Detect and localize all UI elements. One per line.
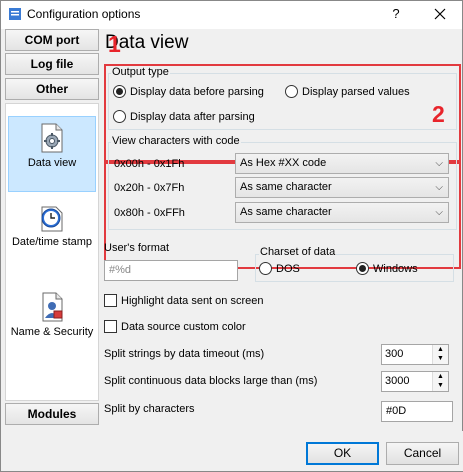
sidebar-nav-list: Data view Date/time stamp Name & Securit…	[5, 103, 99, 401]
combo-range-80-ff[interactable]: As same character ⌵	[235, 202, 449, 223]
radio-label: Display data after parsing	[130, 110, 255, 123]
window-title: Configuration options	[27, 7, 141, 21]
radio-label: Display data before parsing	[130, 85, 264, 98]
spin-up-icon: ▲	[437, 346, 444, 353]
sidebar-button-com-port[interactable]: COM port	[5, 29, 99, 51]
users-format-label: User's format	[104, 242, 170, 254]
checkbox-label: Highlight data sent on screen	[121, 294, 264, 307]
split-chars-label: Split by characters	[104, 403, 195, 415]
split-chars-input[interactable]: #0D	[381, 401, 453, 422]
close-button[interactable]	[425, 4, 455, 24]
radio-dot	[259, 262, 272, 275]
sidebar-item-name-security[interactable]: Name & Security	[8, 290, 96, 360]
help-button[interactable]: ?	[381, 4, 411, 24]
sidebar-item-label: Name & Security	[10, 326, 94, 338]
split-blocks-label: Split continuous data blocks large than …	[104, 375, 318, 387]
spin-value: 3000	[385, 375, 410, 387]
output-type-label: Output type	[111, 66, 170, 78]
combo-value: As Hex #XX code	[240, 157, 327, 169]
radio-dot	[113, 85, 126, 98]
spin-arrows[interactable]: ▲ ▼	[432, 345, 448, 364]
dialog-footer: OK Cancel	[2, 431, 463, 471]
sidebar-item-date-time-stamp[interactable]: Date/time stamp	[8, 200, 96, 266]
combo-value: As same character	[240, 181, 332, 193]
spin-down-icon: ▼	[437, 355, 444, 362]
combo-value: As same character	[240, 206, 332, 218]
split-blocks-input[interactable]: 3000 ▲ ▼	[381, 371, 449, 392]
sidebar-item-label: Data view	[27, 157, 77, 169]
split-timeout-input[interactable]: 300 ▲ ▼	[381, 344, 449, 365]
view-characters-label: View characters with code	[111, 135, 241, 147]
gear-document-icon	[41, 123, 63, 153]
sidebar-item-data-view[interactable]: Data view	[8, 116, 96, 192]
checkbox-custom-color[interactable]: Data source custom color	[104, 320, 246, 333]
security-document-icon	[42, 292, 63, 322]
checkbox-box	[104, 320, 117, 333]
radio-charset-windows[interactable]: Windows	[356, 262, 418, 275]
title-bar[interactable]: Configuration options ?	[1, 1, 462, 29]
radio-label: Windows	[373, 262, 418, 275]
combo-range-00-1f[interactable]: As Hex #XX code ⌵	[235, 153, 449, 174]
radio-dot	[356, 262, 369, 275]
sidebar-button-modules[interactable]: Modules	[5, 403, 99, 425]
sidebar: COM port Log file Other Data view Date/t…	[3, 29, 99, 431]
chevron-down-icon: ⌵	[435, 182, 443, 193]
checkbox-highlight-data-sent[interactable]: Highlight data sent on screen	[104, 294, 263, 307]
spin-up-icon: ▲	[437, 373, 444, 380]
spin-value: 300	[385, 348, 404, 360]
configuration-dialog: Configuration options ? COM port Log fil…	[0, 0, 463, 472]
radio-label: DOS	[276, 262, 300, 275]
radio-dot	[285, 85, 298, 98]
sidebar-button-log-file[interactable]: Log file	[5, 53, 99, 75]
combo-range-20-7f[interactable]: As same character ⌵	[235, 177, 449, 198]
chevron-down-icon: ⌵	[435, 207, 443, 218]
checkbox-label: Data source custom color	[121, 320, 246, 333]
charset-label: Charset of data	[259, 246, 337, 258]
close-icon	[434, 8, 446, 20]
range-label: 0x20h - 0x7Fh	[114, 182, 185, 194]
radio-display-after-parsing[interactable]: Display data after parsing	[113, 110, 255, 123]
marker-1: 1	[108, 31, 121, 57]
sidebar-item-label: Date/time stamp	[11, 236, 93, 248]
users-format-input[interactable]: #%d	[104, 260, 238, 281]
cancel-button[interactable]: Cancel	[386, 442, 459, 465]
spin-down-icon: ▼	[437, 382, 444, 389]
range-label: 0x00h - 0x1Fh	[114, 158, 185, 170]
sidebar-button-other[interactable]: Other	[5, 78, 99, 100]
ok-button[interactable]: OK	[306, 442, 379, 465]
radio-display-parsed-values[interactable]: Display parsed values	[285, 85, 410, 98]
radio-dot	[113, 110, 126, 123]
radio-charset-dos[interactable]: DOS	[259, 262, 300, 275]
content-panel: Data view 1 2 Output type Display data b…	[101, 29, 462, 431]
spin-arrows[interactable]: ▲ ▼	[432, 372, 448, 391]
chevron-down-icon: ⌵	[435, 158, 443, 169]
radio-display-before-parsing[interactable]: Display data before parsing	[113, 85, 264, 98]
range-label: 0x80h - 0xFFh	[114, 207, 185, 219]
radio-label: Display parsed values	[302, 85, 410, 98]
app-icon	[9, 8, 21, 20]
clock-icon	[41, 206, 63, 232]
checkbox-box	[104, 294, 117, 307]
split-timeout-label: Split strings by data timeout (ms)	[104, 348, 265, 360]
